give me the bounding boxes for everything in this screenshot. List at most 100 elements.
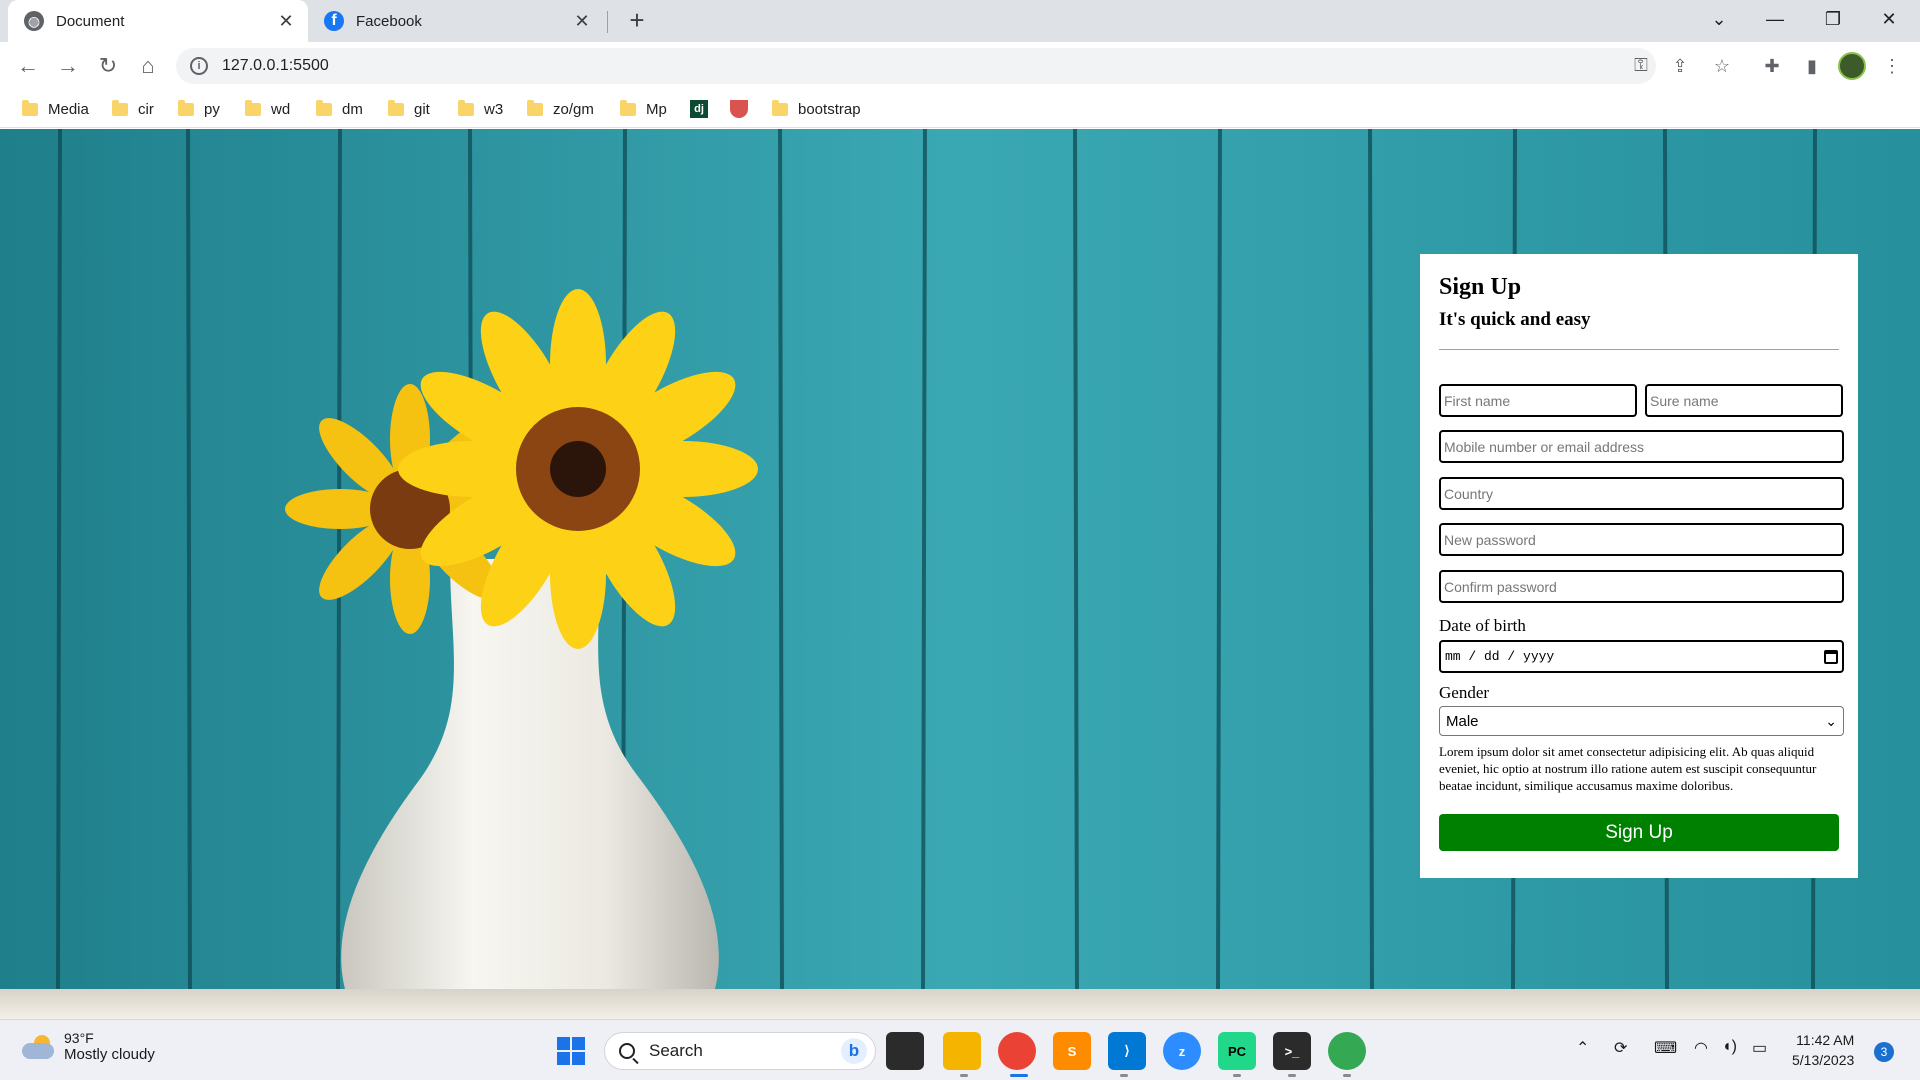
password-key-icon[interactable]: ⚿ [1626, 50, 1656, 80]
reload-icon[interactable]: ↻ [92, 50, 124, 82]
gender-value: Male [1446, 712, 1479, 730]
contact-input[interactable] [1439, 430, 1844, 463]
volume-icon[interactable]: ◖) [1722, 1038, 1737, 1056]
file-explorer-icon[interactable] [943, 1032, 981, 1070]
running-indicator [1343, 1074, 1351, 1077]
dob-label: Date of birth [1439, 616, 1526, 635]
home-icon[interactable]: ⌂ [132, 50, 164, 82]
page-viewport: Sign Up It's quick and easy Date of birt… [0, 129, 1920, 1019]
terminal-icon[interactable]: >_ [1273, 1032, 1311, 1070]
terms-text: Lorem ipsum dolor sit amet consectetur a… [1439, 744, 1817, 793]
chrome-icon[interactable] [998, 1032, 1036, 1070]
facebook-icon: f [324, 11, 344, 31]
weather-widget[interactable]: 93°F Mostly cloudy [22, 1030, 155, 1063]
signup-button[interactable]: Sign Up [1439, 814, 1839, 851]
sync-icon[interactable]: ⟳ [1614, 1038, 1627, 1058]
shield-icon [730, 100, 748, 118]
address-url: 127.0.0.1:5500 [222, 57, 329, 74]
bookmark-wd[interactable]: wd [245, 98, 290, 120]
weather-desc: Mostly cloudy [64, 1046, 155, 1063]
profile-avatar[interactable] [1838, 52, 1866, 80]
tray-chevron-icon[interactable]: ⌃ [1576, 1038, 1589, 1058]
tab-title: Document [56, 12, 125, 30]
country-input[interactable] [1439, 477, 1844, 510]
bookmark-cir[interactable]: cir [112, 98, 154, 120]
window-close-button[interactable]: ✕ [1862, 0, 1916, 38]
bookmark-shield[interactable] [730, 98, 748, 120]
site-info-icon[interactable]: i [190, 57, 208, 75]
chevron-down-icon: ⌄ [1825, 712, 1837, 729]
bing-icon[interactable]: b [841, 1038, 867, 1064]
extensions-icon[interactable]: ✚ [1756, 50, 1788, 82]
folder-icon [178, 99, 194, 116]
search-icon [619, 1043, 635, 1059]
bookmark-dm[interactable]: dm [316, 98, 363, 120]
vscode-icon[interactable]: ⟩ [1108, 1032, 1146, 1070]
running-indicator [1233, 1074, 1241, 1077]
task-view-icon[interactable] [886, 1032, 924, 1070]
bookmark-py[interactable]: py [178, 98, 220, 120]
dob-value: mm / dd / yyyy [1445, 649, 1555, 664]
start-icon[interactable] [552, 1032, 590, 1070]
form-divider [1439, 349, 1839, 350]
battery-icon[interactable]: ▭ [1752, 1038, 1767, 1058]
shelf [0, 989, 1920, 1019]
first-name-input[interactable] [1439, 384, 1637, 417]
bookmark-django[interactable]: dj [690, 98, 708, 120]
minimize-button[interactable]: — [1748, 0, 1802, 38]
close-tab-icon[interactable]: ✕ [276, 11, 296, 32]
browser-toolbar: ← → ↻ ⌂ i 127.0.0.1:5500 ⚿ ⇪ ☆ ✚ ▮ ⋮ [0, 42, 1920, 90]
bookmarks-bar: Media cir py wd dm git w3 zo/gm Mp dj bo… [0, 90, 1920, 128]
new-password-input[interactable] [1439, 523, 1844, 556]
restore-button[interactable]: ❐ [1806, 0, 1860, 38]
form-subtitle: It's quick and easy [1439, 309, 1591, 330]
bookmark-w3[interactable]: w3 [458, 98, 503, 120]
bookmark-zo-gm[interactable]: zo/gm [527, 98, 594, 120]
django-icon: dj [690, 100, 708, 118]
weather-temp: 93°F [64, 1030, 94, 1046]
side-panel-icon[interactable]: ▮ [1796, 50, 1828, 82]
chrome-icon[interactable] [1328, 1032, 1366, 1070]
windows-taskbar: 93°F Mostly cloudy Search b S ⟩ z PC >_ … [0, 1019, 1920, 1080]
tab-title: Facebook [356, 12, 422, 30]
notification-badge[interactable]: 3 [1874, 1042, 1894, 1062]
calendar-icon[interactable] [1824, 649, 1838, 664]
running-indicator [1288, 1074, 1296, 1077]
signup-form: Sign Up It's quick and easy Date of birt… [1420, 254, 1858, 878]
tab-separator [607, 11, 608, 33]
folder-icon [245, 99, 261, 116]
bookmark-git[interactable]: git [388, 98, 430, 120]
menu-kebab-icon[interactable]: ⋮ [1876, 50, 1908, 82]
folder-icon [527, 99, 543, 116]
bookmark-bootstrap[interactable]: bootstrap [772, 98, 861, 120]
folder-icon [772, 99, 788, 116]
gender-select[interactable]: Male ⌄ [1439, 706, 1844, 736]
zoom-icon[interactable]: z [1163, 1032, 1201, 1070]
address-bar[interactable]: i 127.0.0.1:5500 [176, 48, 1656, 84]
clock[interactable]: 11:42 AM 5/13/2023 [1792, 1030, 1854, 1070]
weather-cloud-icon [22, 1034, 56, 1059]
folder-icon [112, 99, 128, 116]
dob-input[interactable]: mm / dd / yyyy [1439, 640, 1844, 673]
bookmark-star-icon[interactable]: ☆ [1706, 50, 1738, 82]
keyboard-icon[interactable]: ⌨ [1654, 1038, 1677, 1058]
tab-document[interactable]: ◍ Document ✕ [8, 0, 308, 42]
forward-icon[interactable]: → [52, 50, 84, 82]
close-tab-icon[interactable]: ✕ [572, 11, 592, 32]
taskbar-search[interactable]: Search b [604, 1032, 876, 1070]
tab-facebook[interactable]: f Facebook ✕ [314, 0, 604, 42]
new-tab-button[interactable]: + [622, 6, 652, 36]
sublime-text-icon[interactable]: S [1053, 1032, 1091, 1070]
bookmark-media[interactable]: Media [22, 98, 89, 120]
pycharm-icon[interactable]: PC [1218, 1032, 1256, 1070]
time: 11:42 AM [1796, 1032, 1855, 1048]
tab-search-icon[interactable]: ⌄ [1692, 0, 1746, 38]
wifi-icon[interactable]: ◠ [1694, 1038, 1708, 1058]
back-icon[interactable]: ← [12, 50, 44, 82]
surname-input[interactable] [1645, 384, 1843, 417]
confirm-password-input[interactable] [1439, 570, 1844, 603]
bookmark-mp[interactable]: Mp [620, 98, 667, 120]
folder-icon [620, 99, 636, 116]
share-icon[interactable]: ⇪ [1664, 50, 1696, 82]
date: 5/13/2023 [1792, 1052, 1855, 1068]
